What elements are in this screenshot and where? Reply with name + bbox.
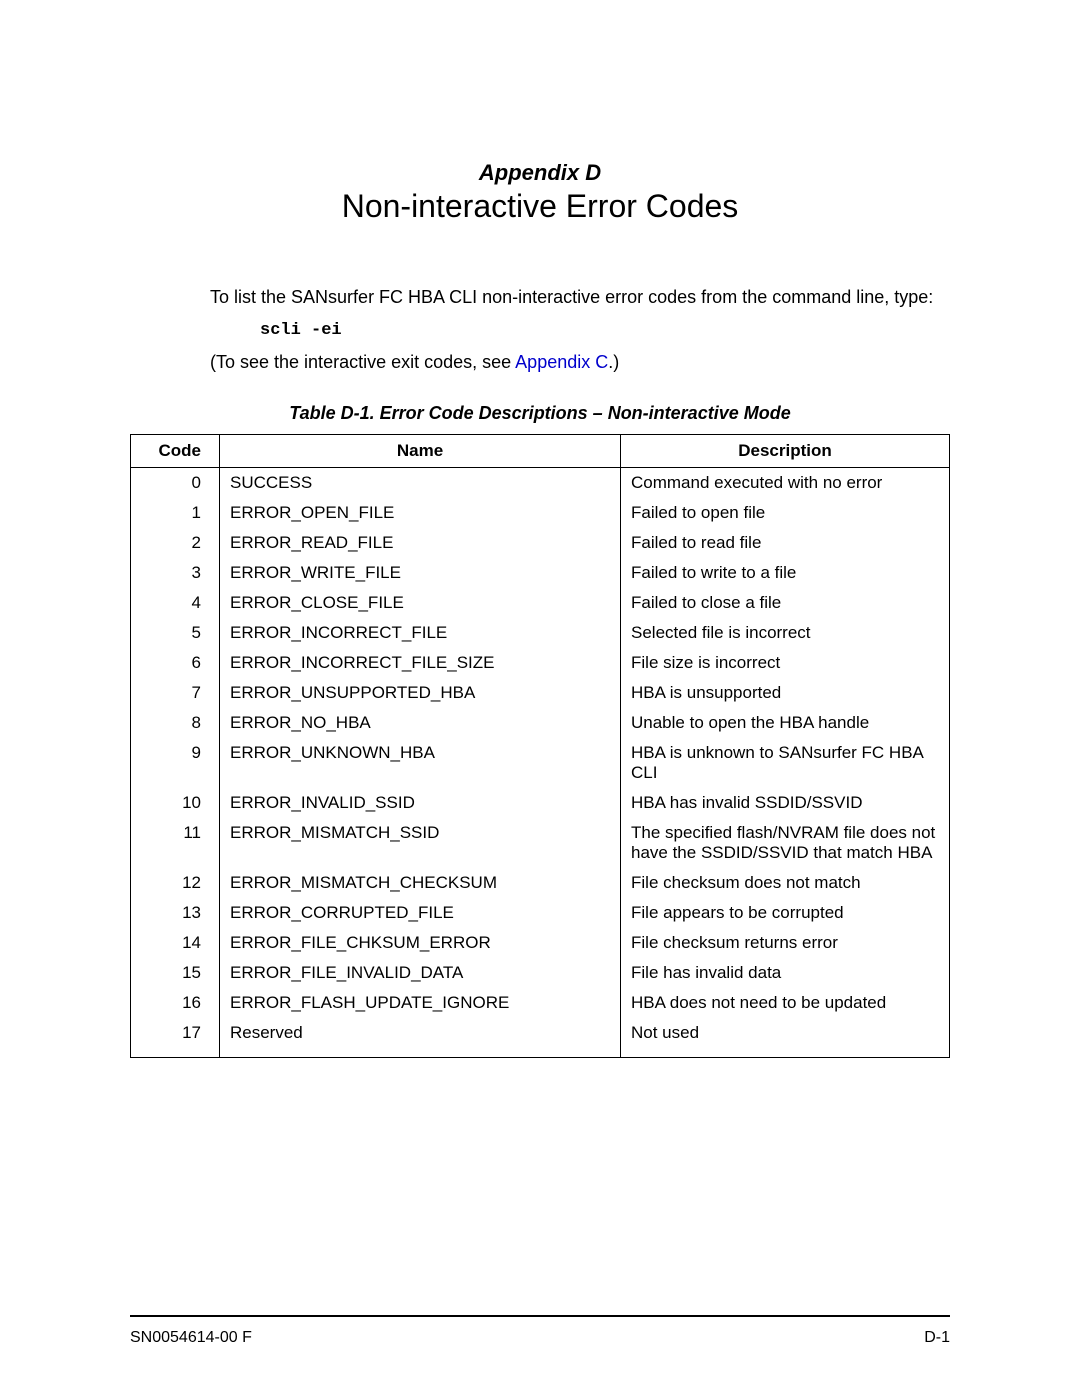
cell-name: ERROR_WRITE_FILE (220, 558, 621, 588)
cell-name: ERROR_READ_FILE (220, 528, 621, 558)
table-row: 11ERROR_MISMATCH_SSIDThe specified flash… (131, 818, 950, 868)
cell-code: 2 (131, 528, 220, 558)
cell-description: The specified flash/NVRAM file does not … (621, 818, 950, 868)
cell-name: ERROR_NO_HBA (220, 708, 621, 738)
cell-code: 10 (131, 788, 220, 818)
cell-description: File appears to be corrupted (621, 898, 950, 928)
cell-description: Unable to open the HBA handle (621, 708, 950, 738)
error-code-table: Code Name Description 0SUCCESSCommand ex… (130, 434, 950, 1058)
cell-code: 0 (131, 468, 220, 499)
command-text: scli -ei (260, 321, 950, 340)
cell-code: 4 (131, 588, 220, 618)
cell-name: ERROR_FLASH_UPDATE_IGNORE (220, 988, 621, 1018)
cell-description: Failed to write to a file (621, 558, 950, 588)
cell-code: 16 (131, 988, 220, 1018)
table-row: 7ERROR_UNSUPPORTED_HBAHBA is unsupported (131, 678, 950, 708)
table-row: 0SUCCESSCommand executed with no error (131, 468, 950, 499)
cell-name: ERROR_MISMATCH_SSID (220, 818, 621, 868)
cell-code: 13 (131, 898, 220, 928)
table-row: 14ERROR_FILE_CHKSUM_ERRORFile checksum r… (131, 928, 950, 958)
table-row: 3ERROR_WRITE_FILEFailed to write to a fi… (131, 558, 950, 588)
table-row: 13ERROR_CORRUPTED_FILEFile appears to be… (131, 898, 950, 928)
cell-code: 12 (131, 868, 220, 898)
cell-code: 3 (131, 558, 220, 588)
cell-code: 7 (131, 678, 220, 708)
cell-name: ERROR_OPEN_FILE (220, 498, 621, 528)
table-row: 2ERROR_READ_FILEFailed to read file (131, 528, 950, 558)
page-footer: SN0054614-00 F D-1 (130, 1315, 950, 1347)
col-header-name: Name (220, 435, 621, 468)
see-also-suffix: .) (608, 352, 619, 372)
cell-name: ERROR_CORRUPTED_FILE (220, 898, 621, 928)
cell-name: ERROR_MISMATCH_CHECKSUM (220, 868, 621, 898)
cell-description: Command executed with no error (621, 468, 950, 499)
cell-description: File has invalid data (621, 958, 950, 988)
table-row: 6ERROR_INCORRECT_FILE_SIZEFile size is i… (131, 648, 950, 678)
cell-name: SUCCESS (220, 468, 621, 499)
cell-code: 1 (131, 498, 220, 528)
table-caption: Table D-1. Error Code Descriptions – Non… (130, 403, 950, 424)
table-body: 0SUCCESSCommand executed with no error1E… (131, 468, 950, 1058)
table-header-row: Code Name Description (131, 435, 950, 468)
cell-code: 6 (131, 648, 220, 678)
cell-code: 15 (131, 958, 220, 988)
cell-description: Failed to read file (621, 528, 950, 558)
cell-description: File checksum returns error (621, 928, 950, 958)
cell-description: HBA does not need to be updated (621, 988, 950, 1018)
cell-code: 5 (131, 618, 220, 648)
table-row: 9ERROR_UNKNOWN_HBAHBA is unknown to SANs… (131, 738, 950, 788)
table-row: 10ERROR_INVALID_SSIDHBA has invalid SSDI… (131, 788, 950, 818)
table-row: 5ERROR_INCORRECT_FILESelected file is in… (131, 618, 950, 648)
table-row: 8ERROR_NO_HBAUnable to open the HBA hand… (131, 708, 950, 738)
table-row: 15ERROR_FILE_INVALID_DATAFile has invali… (131, 958, 950, 988)
cell-description: File checksum does not match (621, 868, 950, 898)
cell-code: 17 (131, 1018, 220, 1058)
page-title: Non-interactive Error Codes (130, 188, 950, 225)
cell-name: ERROR_FILE_INVALID_DATA (220, 958, 621, 988)
appendix-c-link[interactable]: Appendix C (515, 352, 608, 372)
intro-paragraph: To list the SANsurfer FC HBA CLI non-int… (210, 285, 950, 309)
table-row: 16ERROR_FLASH_UPDATE_IGNOREHBA does not … (131, 988, 950, 1018)
cell-name: ERROR_CLOSE_FILE (220, 588, 621, 618)
cell-description: File size is incorrect (621, 648, 950, 678)
cell-name: ERROR_INVALID_SSID (220, 788, 621, 818)
cell-description: HBA is unknown to SANsurfer FC HBA CLI (621, 738, 950, 788)
footer-doc-number: SN0054614-00 F (130, 1329, 252, 1347)
cell-code: 9 (131, 738, 220, 788)
cell-code: 11 (131, 818, 220, 868)
col-header-code: Code (131, 435, 220, 468)
cell-description: Not used (621, 1018, 950, 1058)
cell-description: Selected file is incorrect (621, 618, 950, 648)
cell-description: Failed to open file (621, 498, 950, 528)
document-page: Appendix D Non-interactive Error Codes T… (0, 0, 1080, 1397)
see-also-line: (To see the interactive exit codes, see … (210, 352, 950, 373)
cell-name: ERROR_UNKNOWN_HBA (220, 738, 621, 788)
cell-code: 8 (131, 708, 220, 738)
cell-description: Failed to close a file (621, 588, 950, 618)
table-row: 4ERROR_CLOSE_FILEFailed to close a file (131, 588, 950, 618)
footer-page-number: D-1 (924, 1329, 950, 1347)
appendix-label: Appendix D (130, 160, 950, 186)
see-also-prefix: (To see the interactive exit codes, see (210, 352, 515, 372)
cell-name: ERROR_INCORRECT_FILE (220, 618, 621, 648)
cell-description: HBA has invalid SSDID/SSVID (621, 788, 950, 818)
col-header-description: Description (621, 435, 950, 468)
cell-name: ERROR_INCORRECT_FILE_SIZE (220, 648, 621, 678)
table-row: 17ReservedNot used (131, 1018, 950, 1058)
cell-name: ERROR_FILE_CHKSUM_ERROR (220, 928, 621, 958)
cell-code: 14 (131, 928, 220, 958)
table-row: 1ERROR_OPEN_FILEFailed to open file (131, 498, 950, 528)
cell-name: ERROR_UNSUPPORTED_HBA (220, 678, 621, 708)
cell-description: HBA is unsupported (621, 678, 950, 708)
cell-name: Reserved (220, 1018, 621, 1058)
table-row: 12ERROR_MISMATCH_CHECKSUMFile checksum d… (131, 868, 950, 898)
